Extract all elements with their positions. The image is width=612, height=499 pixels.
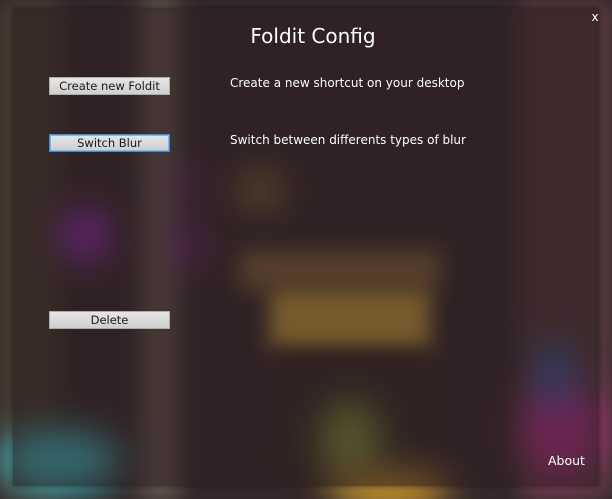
create-new-foldit-button[interactable]: Create new Foldit xyxy=(49,77,170,95)
window-title: Foldit Config xyxy=(250,24,376,48)
switch-blur-button[interactable]: Switch Blur xyxy=(49,134,170,152)
about-link[interactable]: About xyxy=(548,453,585,468)
app-root: x Foldit Config Create new Foldit Create… xyxy=(0,0,612,499)
delete-button[interactable]: Delete xyxy=(49,311,170,329)
switch-blur-description: Switch between differents types of blur xyxy=(230,133,466,147)
create-new-foldit-description: Create a new shortcut on your desktop xyxy=(230,76,465,90)
close-button[interactable]: x xyxy=(588,9,602,25)
